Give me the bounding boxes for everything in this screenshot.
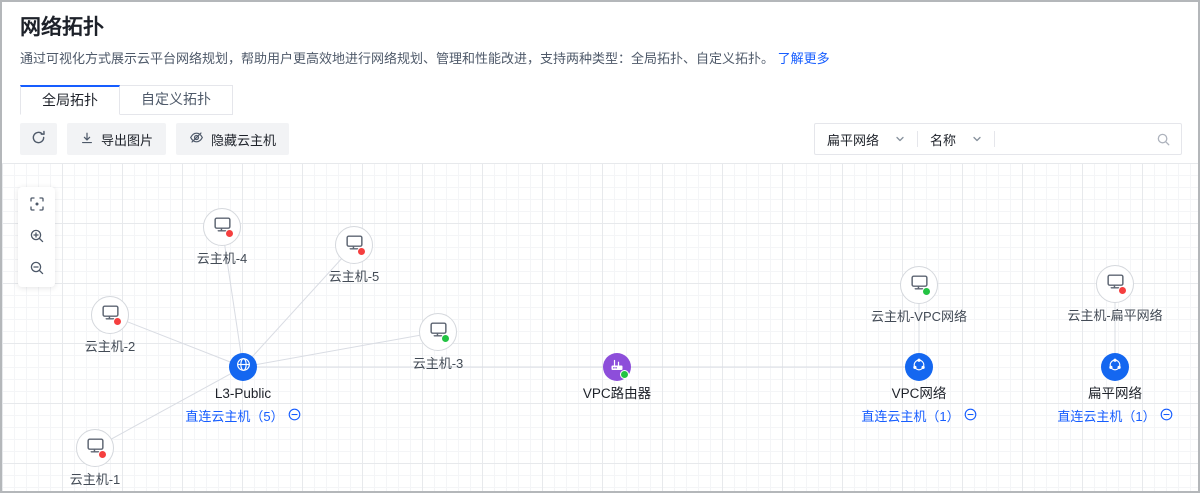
node-cloud-host-flat-network[interactable]: 云主机-扁平网络 [1045, 265, 1185, 324]
download-icon [80, 131, 94, 148]
host-node-circle [419, 313, 457, 351]
globe-icon [235, 356, 252, 378]
status-dot [225, 229, 234, 238]
status-dot [922, 287, 931, 296]
share-ring-icon [1107, 357, 1123, 378]
canvas-zoom-panel [18, 187, 55, 287]
collapse-direct-hosts-link[interactable]: 直连云主机（1） [1045, 406, 1185, 425]
node-label: 云主机-4 [152, 251, 292, 267]
zoom-out-icon [29, 260, 45, 279]
node-cloud-host-3[interactable]: 云主机-3 [368, 313, 508, 372]
minus-circle-icon [964, 408, 977, 424]
node-label: VPC网络 [849, 386, 989, 402]
page-header: 网络拓扑 通过可视化方式展示云平台网络规划，帮助用户更高效地进行网络规划、管理和… [2, 2, 1198, 68]
network-node-circle [1101, 353, 1129, 381]
node-label: 云主机-2 [40, 339, 180, 355]
field-filter-value: 名称 [930, 130, 956, 149]
direct-hosts-label: 直连云主机（1） [861, 406, 959, 425]
field-filter-select[interactable]: 名称 [918, 130, 994, 149]
export-image-button[interactable]: 导出图片 [67, 123, 166, 155]
host-node-circle [335, 226, 373, 264]
refresh-icon [31, 130, 46, 148]
node-vpc-router[interactable]: VPC路由器 [547, 353, 687, 402]
status-dot [1118, 286, 1127, 295]
hide-hosts-button[interactable]: 隐藏云主机 [176, 123, 289, 155]
status-dot [113, 317, 122, 326]
toolbar: 导出图片 隐藏云主机 扁平网络 名称 [2, 115, 1198, 163]
minus-circle-icon [288, 408, 301, 424]
page-description: 通过可视化方式展示云平台网络规划，帮助用户更高效地进行网络规划、管理和性能改进，… [20, 50, 1180, 68]
l3-node-circle [229, 353, 257, 381]
router-node-circle [603, 353, 631, 381]
export-image-label: 导出图片 [101, 130, 153, 149]
host-node-circle [91, 296, 129, 334]
eye-off-icon [189, 130, 204, 148]
zoom-in-button[interactable] [27, 227, 47, 247]
status-dot [98, 450, 107, 459]
host-node-circle [203, 208, 241, 246]
node-cloud-host-2[interactable]: 云主机-2 [40, 296, 180, 355]
refresh-button[interactable] [20, 123, 57, 155]
fit-view-button[interactable] [27, 195, 47, 215]
host-node-circle [1096, 265, 1134, 303]
node-vpc-network[interactable]: VPC网络 直连云主机（1） [849, 353, 989, 425]
status-dot [620, 370, 629, 379]
search-input[interactable] [995, 125, 1152, 153]
node-cloud-host-4[interactable]: 云主机-4 [152, 208, 292, 267]
chevron-down-icon [972, 132, 982, 147]
tab-global-topology[interactable]: 全局拓扑 [20, 85, 120, 115]
hide-hosts-label: 隐藏云主机 [211, 130, 276, 149]
node-cloud-host-5[interactable]: 云主机-5 [284, 226, 424, 285]
node-cloud-host-vpc-network[interactable]: 云主机-VPC网络 [849, 266, 989, 325]
topology-canvas[interactable]: 云主机-4 云主机-5 云主 [2, 163, 1198, 491]
node-cloud-host-1[interactable]: 云主机-1 [25, 429, 165, 488]
network-node-circle [905, 353, 933, 381]
tab-custom-topology[interactable]: 自定义拓扑 [120, 85, 233, 115]
share-ring-icon [911, 357, 927, 378]
node-label: 云主机-5 [284, 269, 424, 285]
zoom-in-icon [29, 228, 45, 247]
node-label: 云主机-扁平网络 [1045, 308, 1185, 324]
node-flat-network[interactable]: 扁平网络 直连云主机（1） [1045, 353, 1185, 425]
node-label: L3-Public [173, 386, 313, 402]
status-dot [357, 247, 366, 256]
collapse-direct-hosts-link[interactable]: 直连云主机（1） [849, 406, 989, 425]
zoom-out-button[interactable] [27, 259, 47, 279]
node-label: 云主机-3 [368, 356, 508, 372]
filter-search-bar: 扁平网络 名称 [814, 123, 1182, 155]
minus-circle-icon [1160, 408, 1173, 424]
host-node-circle [76, 429, 114, 467]
node-label: 云主机-1 [25, 472, 165, 488]
network-filter-select[interactable]: 扁平网络 [815, 130, 917, 149]
network-filter-value: 扁平网络 [827, 130, 879, 149]
page-title: 网络拓扑 [20, 15, 1180, 41]
node-label: 云主机-VPC网络 [849, 309, 989, 325]
direct-hosts-label: 直连云主机（5） [185, 406, 283, 425]
status-dot [441, 334, 450, 343]
node-label: 扁平网络 [1045, 386, 1185, 402]
search-icon[interactable] [1152, 132, 1181, 147]
node-l3-public[interactable]: L3-Public 直连云主机（5） [173, 353, 313, 425]
topology-tabs: 全局拓扑 自定义拓扑 [20, 85, 1180, 115]
collapse-direct-hosts-link[interactable]: 直连云主机（5） [173, 406, 313, 425]
learn-more-link[interactable]: 了解更多 [778, 51, 830, 66]
fit-view-icon [29, 196, 45, 215]
direct-hosts-label: 直连云主机（1） [1057, 406, 1155, 425]
host-node-circle [900, 266, 938, 304]
page-description-text: 通过可视化方式展示云平台网络规划，帮助用户更高效地进行网络规划、管理和性能改进，… [20, 51, 774, 66]
network-topology-page: 网络拓扑 通过可视化方式展示云平台网络规划，帮助用户更高效地进行网络规划、管理和… [0, 0, 1200, 493]
node-label: VPC路由器 [547, 386, 687, 402]
chevron-down-icon [895, 132, 905, 147]
